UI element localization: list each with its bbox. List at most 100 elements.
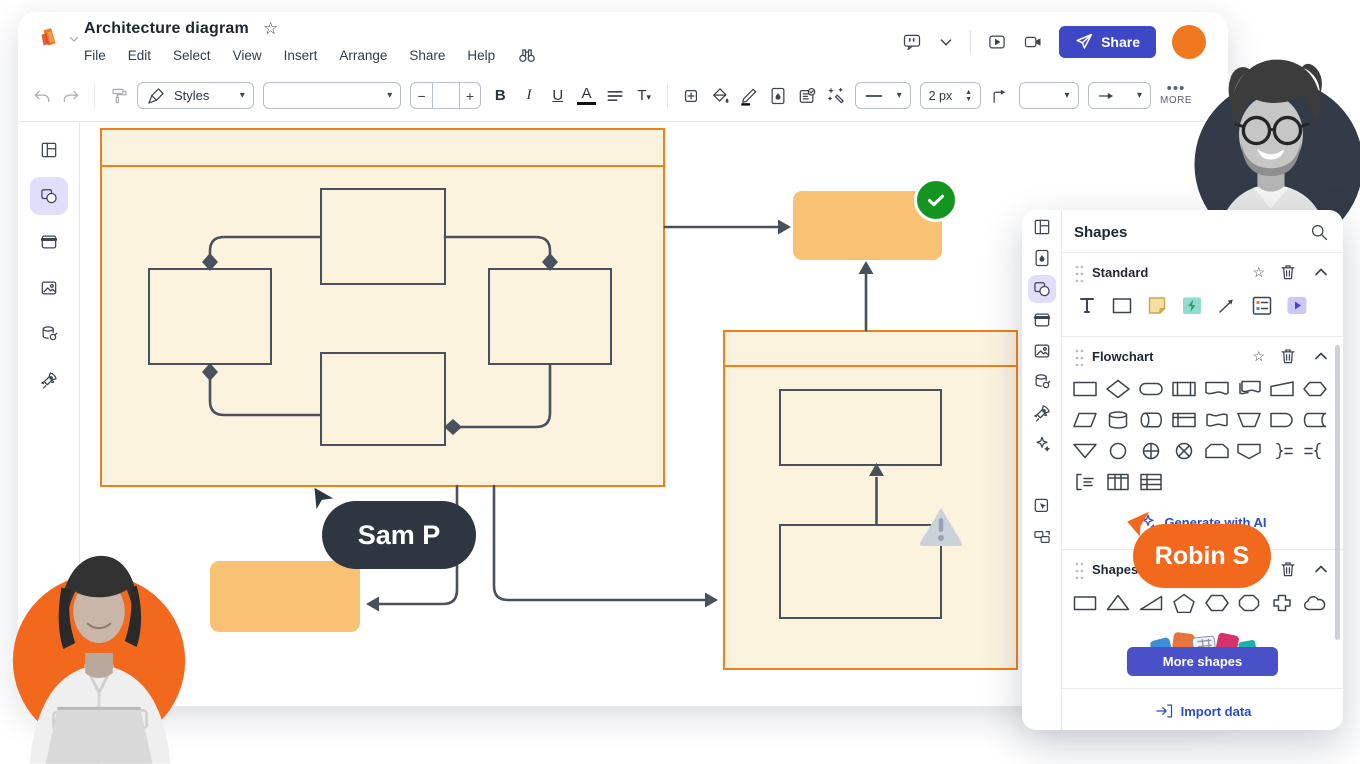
italic-button[interactable]: I bbox=[519, 87, 539, 104]
theme-icon[interactable] bbox=[768, 86, 788, 106]
font-dropdown[interactable]: ▾ bbox=[263, 82, 401, 109]
sidebar-item-images[interactable] bbox=[30, 269, 68, 307]
connector-type-icon[interactable] bbox=[990, 86, 1010, 106]
shape-delay[interactable] bbox=[1269, 408, 1295, 432]
shape-right-triangle[interactable] bbox=[1138, 591, 1164, 615]
format-painter-icon[interactable] bbox=[108, 86, 128, 106]
redo-icon[interactable] bbox=[61, 86, 81, 106]
shape-multiple-documents[interactable] bbox=[1236, 377, 1262, 401]
rail-item-capture[interactable] bbox=[1028, 492, 1056, 520]
shape-frame-icon[interactable] bbox=[681, 86, 701, 106]
shape-triangle[interactable] bbox=[1105, 591, 1131, 615]
shape-manual-input[interactable] bbox=[1269, 377, 1295, 401]
section-standard-header[interactable]: Standard ☆ bbox=[1062, 253, 1343, 286]
menu-share[interactable]: Share bbox=[409, 48, 445, 63]
diagram-node-top[interactable] bbox=[320, 188, 446, 285]
menu-edit[interactable]: Edit bbox=[128, 48, 151, 63]
shape-line[interactable] bbox=[1214, 294, 1240, 318]
shape-lightning[interactable] bbox=[1179, 294, 1205, 318]
shape-pentagon[interactable] bbox=[1171, 591, 1197, 615]
rail-item-launch[interactable] bbox=[1028, 399, 1056, 427]
shape-or[interactable] bbox=[1171, 439, 1197, 463]
shape-rectangle[interactable] bbox=[1109, 294, 1135, 318]
sidebar-item-shapes[interactable] bbox=[30, 177, 68, 215]
connector-style-dropdown[interactable]: ▾ bbox=[1019, 82, 1078, 109]
shape-octagon[interactable] bbox=[1236, 591, 1262, 615]
rail-item-templates[interactable] bbox=[1028, 213, 1056, 241]
logo-chevron-down-icon[interactable] bbox=[68, 33, 80, 45]
align-icon[interactable] bbox=[605, 86, 625, 106]
collapse-chevron-up-icon[interactable] bbox=[1311, 262, 1331, 282]
shape-legend[interactable] bbox=[1249, 294, 1275, 318]
import-data-button[interactable]: Import data bbox=[1062, 688, 1343, 733]
shape-connector[interactable] bbox=[1105, 439, 1131, 463]
comments-icon[interactable] bbox=[902, 32, 922, 52]
find-binoculars-icon[interactable] bbox=[517, 45, 537, 65]
drag-handle-icon[interactable] bbox=[1068, 346, 1088, 366]
search-icon[interactable] bbox=[1309, 222, 1329, 242]
shape-internal-storage[interactable] bbox=[1171, 408, 1197, 432]
container-1-header[interactable] bbox=[102, 130, 663, 167]
rail-item-images[interactable] bbox=[1028, 337, 1056, 365]
present-icon[interactable] bbox=[987, 32, 1007, 52]
font-size-stepper[interactable]: − + bbox=[410, 82, 481, 109]
undo-icon[interactable] bbox=[32, 86, 52, 106]
line-color-icon[interactable] bbox=[739, 86, 759, 106]
styles-dropdown[interactable]: Styles ▾ bbox=[137, 82, 254, 109]
rail-item-styles[interactable] bbox=[1028, 244, 1056, 272]
shape-database[interactable] bbox=[1105, 408, 1131, 432]
shape-cross[interactable] bbox=[1269, 591, 1295, 615]
video-icon[interactable] bbox=[1023, 32, 1043, 52]
shape-process[interactable] bbox=[1072, 377, 1098, 401]
menu-select[interactable]: Select bbox=[173, 48, 211, 63]
menu-arrange[interactable]: Arrange bbox=[339, 48, 387, 63]
shape-row-table[interactable] bbox=[1138, 470, 1164, 494]
line-width-stepper[interactable]: 2 px ▲▼ bbox=[920, 82, 981, 109]
rail-item-magic[interactable] bbox=[1028, 430, 1056, 458]
shape-direct-access-storage[interactable] bbox=[1138, 408, 1164, 432]
shape-summing-junction[interactable] bbox=[1138, 439, 1164, 463]
font-size-minus[interactable]: − bbox=[411, 83, 433, 108]
menu-view[interactable]: View bbox=[233, 48, 262, 63]
shape-note-bracket[interactable] bbox=[1072, 470, 1098, 494]
favorite-star-icon[interactable]: ☆ bbox=[263, 19, 278, 39]
section-flowchart-header[interactable]: Flowchart ☆ bbox=[1062, 337, 1343, 370]
magic-wand-icon[interactable] bbox=[826, 86, 846, 106]
line-style-dropdown[interactable]: ▾ bbox=[855, 82, 911, 109]
shape-column-table[interactable] bbox=[1105, 470, 1131, 494]
shape-manual-operation[interactable] bbox=[1236, 408, 1262, 432]
favorite-section-icon[interactable]: ☆ bbox=[1252, 264, 1265, 281]
shape-rectangle[interactable] bbox=[1072, 591, 1098, 615]
shape-cloud[interactable] bbox=[1302, 591, 1328, 615]
menu-file[interactable]: File bbox=[84, 48, 106, 63]
rail-item-integrations[interactable] bbox=[1028, 461, 1056, 489]
drag-handle-icon[interactable] bbox=[1068, 262, 1088, 282]
menu-insert[interactable]: Insert bbox=[284, 48, 318, 63]
diagram-node-right[interactable] bbox=[488, 268, 612, 365]
diagram-node-bottom[interactable] bbox=[320, 352, 446, 446]
shape-extract[interactable] bbox=[1072, 439, 1098, 463]
shape-play[interactable] bbox=[1284, 294, 1310, 318]
highlight-node-pending[interactable] bbox=[210, 561, 360, 632]
collapse-chevron-icon[interactable] bbox=[938, 34, 954, 50]
sidebar-item-data[interactable] bbox=[30, 315, 68, 353]
share-button[interactable]: Share bbox=[1059, 26, 1156, 58]
shape-stored-data[interactable] bbox=[1302, 408, 1328, 432]
shape-decision[interactable] bbox=[1105, 377, 1131, 401]
shape-preparation[interactable] bbox=[1302, 377, 1328, 401]
trash-icon[interactable] bbox=[1278, 559, 1298, 579]
shape-hexagon[interactable] bbox=[1204, 591, 1230, 615]
menu-help[interactable]: Help bbox=[467, 48, 495, 63]
text-options-button[interactable]: T▾ bbox=[634, 87, 654, 104]
shape-data[interactable] bbox=[1072, 408, 1098, 432]
shape-text[interactable] bbox=[1074, 294, 1100, 318]
shape-loop-limit[interactable] bbox=[1204, 439, 1230, 463]
text-color-button[interactable]: A bbox=[577, 86, 597, 106]
collapse-chevron-up-icon[interactable] bbox=[1311, 559, 1331, 579]
rail-item-org[interactable] bbox=[1028, 523, 1056, 551]
shape-sticky-note[interactable] bbox=[1144, 294, 1170, 318]
diagram-container-2[interactable] bbox=[723, 330, 1018, 670]
shape-display[interactable] bbox=[1204, 408, 1230, 432]
rail-item-data[interactable] bbox=[1028, 368, 1056, 396]
container-2-header[interactable] bbox=[725, 332, 1016, 367]
